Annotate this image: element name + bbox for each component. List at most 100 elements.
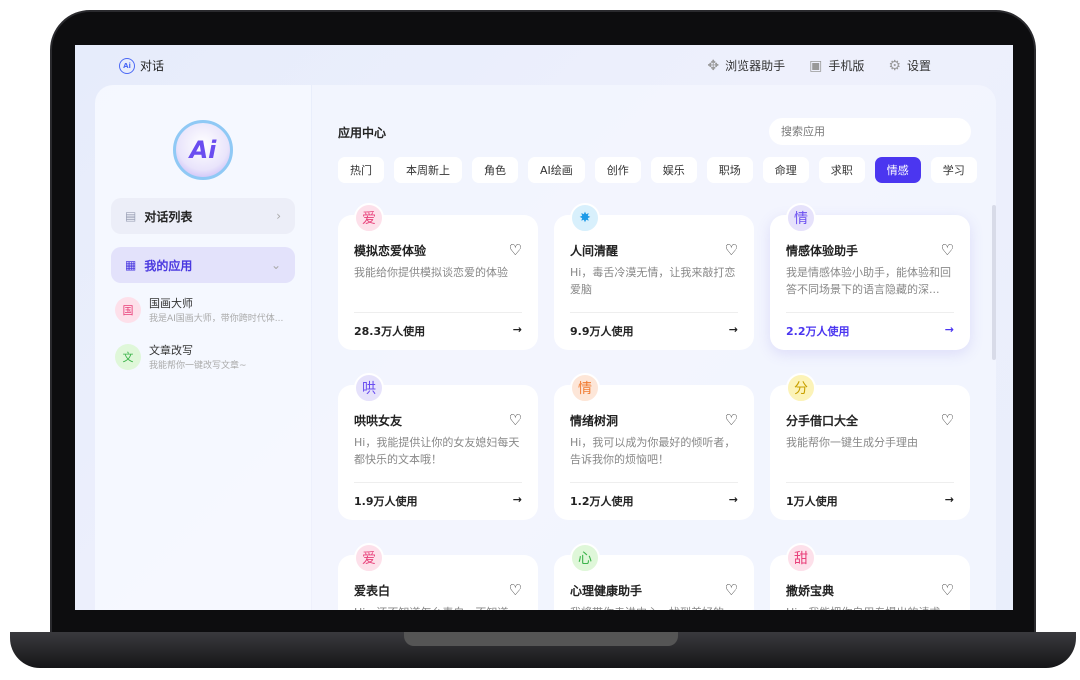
app-card[interactable]: 情情绪树洞 ♡ Hi，我可以成为你最好的倾听者，告诉我你的烦恼吧！ 1.2万人使用 →: [554, 373, 754, 520]
ai-logo-icon: Ai: [119, 57, 135, 74]
chat-list-label: 对话列表: [144, 209, 193, 224]
app-center: 应用中心 热门本周新上角色AI绘画创作娱乐职场命理求职情感学习 爱模拟恋爱体验♡…: [312, 85, 996, 610]
mobile-version-link[interactable]: ▣ 手机版: [809, 57, 864, 74]
app-text: 文章改写我能帮你一键改写文章~: [149, 342, 247, 371]
app-avatar: 国: [115, 296, 141, 323]
tab-category[interactable]: AI绘画: [528, 157, 585, 183]
app-card[interactable]: 爱爱表白♡Hi，还不知道怎么表白，不知道...→: [338, 543, 538, 610]
card-header: 哄哄女友 ♡: [354, 411, 522, 429]
tab-category[interactable]: 娱乐: [650, 157, 697, 183]
app-icon: 爱: [354, 543, 384, 573]
my-apps-button[interactable]: ▦ 我的应用 ⌄: [111, 247, 295, 283]
sidebar: Ai ▤ 对话列表 › ▦ 我的应用 ⌄ 国国画大师我是AI国画大师，带你跨时代…: [95, 85, 311, 610]
card-header: 爱表白 ♡: [354, 581, 522, 599]
tab-category[interactable]: 职场: [706, 157, 753, 183]
arrow-right-icon[interactable]: →: [945, 323, 954, 339]
card-description: Hi，还不知道怎么表白，不知道...: [354, 604, 522, 610]
app-icon: 分: [786, 373, 816, 403]
chat-bubble-icon: ▤: [125, 209, 137, 223]
heart-icon[interactable]: ♡: [509, 411, 522, 429]
card-description: Hi，我能把你自用专提出的请求...: [786, 604, 954, 610]
heart-icon[interactable]: ♡: [941, 411, 954, 429]
arrow-right-icon[interactable]: →: [729, 323, 738, 339]
heart-icon[interactable]: ♡: [509, 581, 522, 599]
sidebar-app-item[interactable]: 国国画大师我是AI国画大师，带你跨时代体...: [115, 295, 283, 324]
link-label: 浏览器助手: [725, 59, 786, 73]
heart-icon[interactable]: ♡: [941, 581, 954, 599]
heart-icon[interactable]: ♡: [509, 241, 522, 259]
settings-link[interactable]: ⚙ 设置: [888, 57, 931, 74]
app-card[interactable]: 哄哄哄女友 ♡ Hi，我能提供让你的女友媳妇每天都快乐的文本哦！ 1.9万人使用 →: [338, 373, 538, 520]
app-card[interactable]: 爱模拟恋爱体验 ♡ 我能给你提供模拟谈恋爱的体验 28.3万人使用 →: [338, 203, 538, 350]
card-footer: 2.2万人使用 →: [786, 312, 954, 339]
card-header: 撒娇宝典 ♡: [786, 581, 954, 599]
tab-category[interactable]: 求职: [818, 157, 865, 183]
card-description: Hi，毒舌冷漠无情，让我来敲打恋爱脑: [570, 266, 736, 296]
tab-category[interactable]: 创作: [594, 157, 641, 183]
grid-icon: ▦: [125, 258, 137, 272]
link-label: 设置: [906, 59, 931, 73]
arrow-right-icon[interactable]: →: [729, 493, 738, 509]
app-card[interactable]: 心心理健康助手♡我将带你走进内心，找到美好的...→: [554, 543, 754, 610]
link-label: 手机版: [828, 59, 865, 73]
usage-count: 28.3万人使用: [354, 325, 426, 338]
usage-count: 2.2万人使用: [786, 325, 850, 338]
card-title: 人间清醒: [570, 243, 619, 258]
my-apps-label: 我的应用: [144, 258, 193, 273]
chat-list-button[interactable]: ▤ 对话列表 ›: [111, 198, 295, 234]
header-logo[interactable]: Ai 对话: [119, 57, 164, 74]
heart-icon[interactable]: ♡: [725, 411, 738, 429]
app-card[interactable]: 甜撒娇宝典♡Hi，我能把你自用专提出的请求...→: [770, 543, 970, 610]
category-tabs: 热门 本周新上 角色 AI绘画 创作 娱乐 职场 命理 求职 情感 学习: [338, 157, 977, 183]
card-header: 情感体验助手 ♡: [786, 241, 954, 259]
app-grid: 爱模拟恋爱体验 ♡ 我能给你提供模拟谈恋爱的体验 28.3万人使用 → ✸ 人间清醒 ♡ Hi，…: [338, 203, 970, 610]
scrollbar[interactable]: [992, 205, 996, 360]
tab-category[interactable]: 情感: [874, 157, 921, 183]
card-title: 分手借口大全: [786, 413, 859, 428]
tab-category[interactable]: 本周新上: [394, 157, 462, 183]
tab-category[interactable]: 命理: [762, 157, 809, 183]
app-card[interactable]: ✸ 人间清醒 ♡ Hi，毒舌冷漠无情，让我来敲打恋爱脑 9.9万人使用 →: [554, 203, 754, 350]
browser-assistant-link[interactable]: ✥ 浏览器助手: [707, 57, 785, 74]
header-title: 对话: [140, 59, 165, 73]
card-header: 情绪树洞 ♡: [570, 411, 738, 429]
app-icon: ✸: [570, 203, 600, 233]
arrow-right-icon[interactable]: →: [945, 493, 954, 509]
card-title: 撒娇宝典: [786, 583, 835, 598]
card-footer: 9.9万人使用 →: [570, 312, 738, 339]
app-desc: 我是AI国画大师，带你跨时代体...: [149, 314, 284, 324]
card-title: 爱表白: [354, 583, 391, 598]
app-name: 国画大师: [149, 297, 193, 310]
card-footer: 1.9万人使用 →: [354, 482, 522, 509]
app-icon: 甜: [786, 543, 816, 573]
tab-category[interactable]: 角色: [472, 157, 518, 183]
sidebar-app-item[interactable]: 文文章改写 我能帮你一键改写文章~: [115, 342, 247, 371]
arrow-right-icon[interactable]: →: [513, 323, 522, 339]
app-card[interactable]: 情情感体验助手 ♡ 我是情感体验小助手，能体验和回答不同场景下的语言隐藏的深... 2…: [770, 203, 970, 350]
app-card[interactable]: 分分手借口大全 ♡ 我能帮你一键生成分手理由 1万人使用 →: [770, 373, 970, 520]
card-description: 我能帮你一键生成分手理由: [786, 436, 918, 449]
app-name: 文章改写: [149, 344, 193, 357]
ai-avatar-logo: Ai: [173, 120, 233, 180]
search-input[interactable]: [769, 118, 971, 145]
tab-category[interactable]: 热门: [338, 157, 384, 183]
usage-count: 1.2万人使用: [570, 495, 634, 508]
card-description: 我将带你走进内心，找到美好的...: [570, 604, 738, 610]
card-header: 心理健康助手 ♡: [570, 581, 738, 599]
chevron-right-icon: ›: [276, 209, 281, 223]
app-screen: Ai 对话 ✥ 浏览器助手 ▣ 手机版 ⚙ 设置 Ai ▤ 对话列表 › ▦ 我的应用…: [75, 45, 1013, 610]
card-header: 人间清醒 ♡: [570, 241, 738, 259]
card-footer: 1.2万人使用 →: [570, 482, 738, 509]
app-desc: 我能帮你一键改写文章~: [149, 361, 247, 371]
app-text: 国画大师我是AI国画大师，带你跨时代体...: [149, 295, 283, 324]
heart-icon[interactable]: ♡: [941, 241, 954, 259]
card-footer: 28.3万人使用 →: [354, 312, 522, 339]
card-title: 情感体验助手: [786, 243, 859, 258]
app-icon: 哄: [354, 373, 384, 403]
arrow-right-icon[interactable]: →: [513, 493, 522, 509]
tab-category[interactable]: 学习: [930, 157, 977, 183]
heart-icon[interactable]: ♡: [725, 241, 738, 259]
card-description: Hi，我能提供让你的女友媳妇每天都快乐的文本哦！: [354, 436, 520, 466]
heart-icon[interactable]: ♡: [725, 581, 738, 599]
gear-icon: ⚙: [888, 57, 901, 74]
